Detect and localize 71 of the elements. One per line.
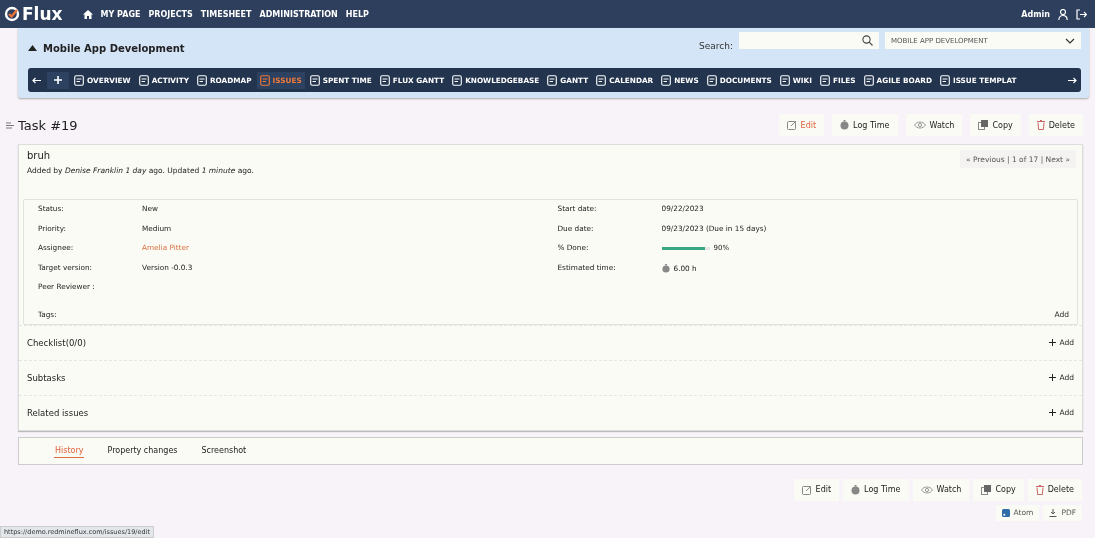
eye-icon xyxy=(913,121,926,129)
issue-title: Task #19 xyxy=(18,117,78,133)
top-menu-link[interactable]: MY PAGE xyxy=(100,9,141,19)
download-icon xyxy=(1049,508,1058,517)
copy-button[interactable]: Copy xyxy=(970,114,1021,136)
log-time-button[interactable]: Log Time xyxy=(832,114,898,136)
document-icon xyxy=(74,74,84,86)
delete-button[interactable]: Delete xyxy=(1027,478,1082,501)
search-field[interactable] xyxy=(739,32,879,49)
logo-text: Flux xyxy=(22,4,63,24)
watch-button[interactable]: Watch xyxy=(905,114,963,136)
plus-icon xyxy=(1049,339,1057,346)
document-icon xyxy=(309,74,320,86)
watch-button[interactable]: Watch xyxy=(912,478,970,501)
plus-icon xyxy=(1049,374,1057,381)
document-icon xyxy=(939,74,950,86)
top-menu-link[interactable]: PROJECTS xyxy=(148,9,193,19)
history-tab[interactable]: Screenshot xyxy=(200,443,248,458)
trash-icon xyxy=(1036,120,1045,130)
pencil-icon xyxy=(801,484,812,495)
section-title: Related issues xyxy=(27,407,89,418)
eye-icon xyxy=(920,485,933,494)
user-name[interactable]: Admin xyxy=(1021,9,1050,19)
copy-button[interactable]: Copy xyxy=(973,478,1024,501)
section-title: Checklist(0/0) xyxy=(27,337,86,348)
edit-button[interactable]: Edit xyxy=(778,114,825,136)
document-icon xyxy=(259,74,270,86)
arrow-right-icon[interactable] xyxy=(1068,76,1077,84)
edit-button[interactable]: Edit xyxy=(793,478,840,501)
sidebar-toggle-icon[interactable] xyxy=(6,121,14,129)
chevron-down-icon xyxy=(1065,37,1075,44)
search-icon[interactable] xyxy=(862,35,873,46)
logo-icon xyxy=(4,6,20,22)
pencil-icon xyxy=(786,120,797,130)
plus-icon xyxy=(1049,409,1057,416)
copy-icon xyxy=(978,120,989,130)
home-icon[interactable] xyxy=(82,9,93,19)
document-icon xyxy=(779,74,790,86)
feed-icon xyxy=(1001,508,1010,517)
section-title: Subtasks xyxy=(27,372,66,383)
document-icon xyxy=(547,74,558,86)
stopwatch-icon xyxy=(851,484,861,495)
document-icon xyxy=(452,74,463,86)
delete-button[interactable]: Delete xyxy=(1028,114,1083,136)
project-name: Mobile App Development xyxy=(43,42,185,54)
document-icon xyxy=(596,74,607,86)
stopwatch-icon xyxy=(840,120,850,130)
document-icon xyxy=(819,74,830,86)
search-label: Search: xyxy=(699,41,733,51)
copy-icon xyxy=(981,484,992,495)
add-button[interactable] xyxy=(47,71,69,89)
collapse-icon[interactable] xyxy=(28,45,37,51)
arrow-left-icon[interactable] xyxy=(32,76,41,84)
document-icon xyxy=(661,74,672,86)
document-icon xyxy=(379,74,390,86)
document-icon xyxy=(138,74,149,86)
plus-icon xyxy=(54,76,62,84)
history-tab[interactable]: Property changes xyxy=(106,443,179,458)
top-menu-link[interactable]: TIMESHEET xyxy=(200,9,252,19)
issue-subject: bruh xyxy=(27,150,52,161)
history-tab[interactable]: History xyxy=(54,443,85,458)
log-time-button[interactable]: Log Time xyxy=(843,478,909,501)
document-icon xyxy=(706,74,717,86)
stopwatch-icon xyxy=(661,263,670,273)
logout-icon[interactable] xyxy=(1076,8,1087,20)
document-icon xyxy=(197,74,207,86)
trash-icon xyxy=(1035,484,1044,495)
top-menu-link[interactable]: HELP xyxy=(345,9,369,19)
top-menu-link[interactable]: ADMINISTRATION xyxy=(259,9,338,19)
user-icon[interactable] xyxy=(1058,8,1068,20)
document-icon xyxy=(863,74,874,86)
